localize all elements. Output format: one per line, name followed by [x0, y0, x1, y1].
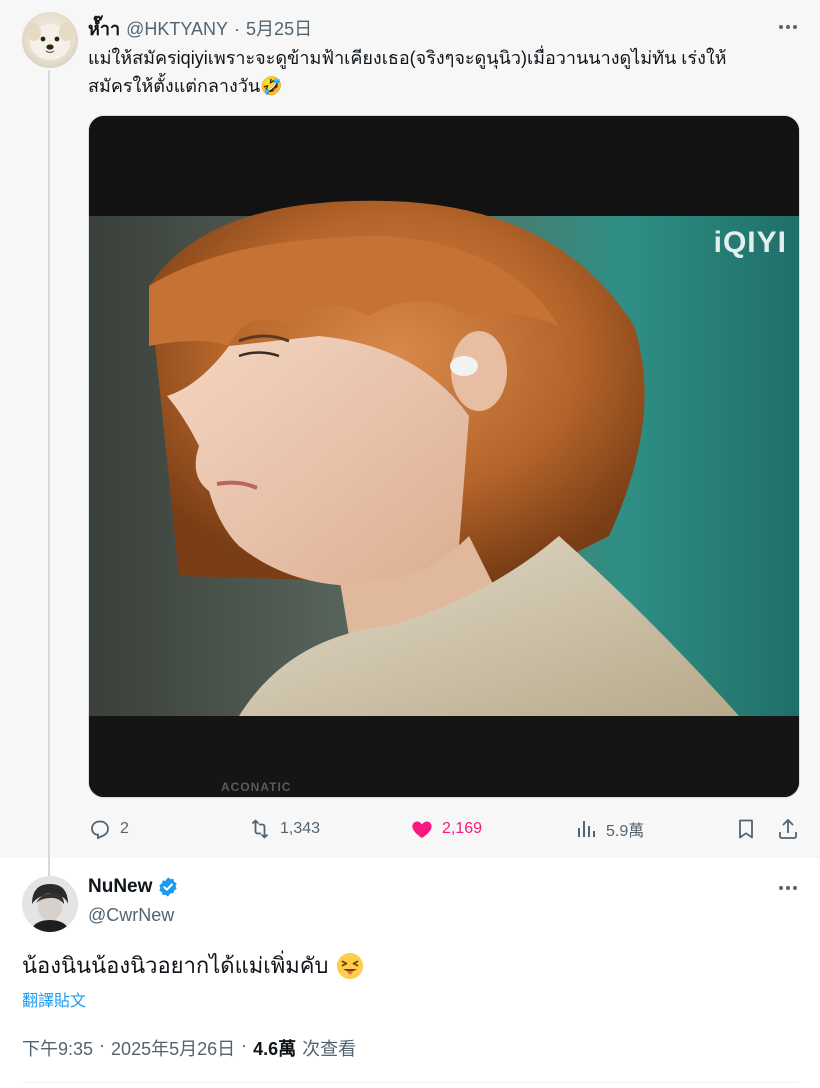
more-options-button[interactable] — [774, 16, 802, 38]
views-label: 次查看 — [302, 1039, 357, 1059]
tweet-date[interactable]: 5月25日 — [246, 15, 312, 41]
tweet-date[interactable]: 2025年5月26日 — [111, 1035, 235, 1061]
share-icon — [779, 819, 797, 839]
divider — [22, 1082, 798, 1083]
bookmark-button[interactable] — [734, 812, 758, 846]
views-count: 5.9萬 — [606, 823, 645, 840]
display-name[interactable]: หํ๊าา — [88, 14, 120, 43]
squinting-tongue-emoji — [337, 953, 364, 979]
more-icon — [779, 25, 797, 29]
repost-count: 1,343 — [280, 820, 321, 837]
author-name-row: NuNew — [88, 876, 179, 898]
separator: · — [241, 1035, 248, 1055]
views-count: 4.6萬 — [253, 1039, 297, 1059]
like-button[interactable]: 2,169 — [410, 812, 482, 846]
repost-icon — [251, 819, 269, 839]
user-handle[interactable]: @CwrNew — [88, 905, 174, 926]
user-handle[interactable]: @HKTYANY — [126, 19, 228, 40]
tweet-metadata: 下午9:35 · 2025年5月26日 · 4.6萬 次查看 — [22, 1035, 356, 1061]
like-icon — [412, 821, 432, 838]
tweet-header: หํ๊าา @HKTYANY · 5月25日 — [88, 14, 312, 43]
bookmark-icon — [739, 819, 753, 839]
tweet-text: แม่ให้สมัครiqiyiเพราะจะดูข้ามฟ้าเคียงเธอ… — [88, 44, 800, 100]
tweet-photo[interactable]: iQIYI ACONATIC — [88, 115, 800, 798]
parent-tweet[interactable]: หํ๊าา @HKTYANY · 5月25日 แม่ให้สมัครiqiyiเ… — [0, 0, 820, 878]
thread-line — [48, 70, 50, 878]
reply-icon — [91, 820, 109, 840]
tweet-time[interactable]: 下午9:35 — [22, 1035, 93, 1061]
more-options-button[interactable] — [774, 877, 802, 899]
separator: · — [234, 19, 241, 39]
dog-avatar-image — [27, 23, 73, 60]
nunew-avatar-image — [22, 876, 78, 932]
display-name[interactable]: NuNew — [88, 876, 152, 898]
views-button[interactable]: 5.9萬 — [574, 812, 644, 846]
iqiyi-watermark: iQIYI — [713, 226, 787, 259]
more-icon — [779, 886, 797, 890]
tweet-text-body: น้องนินน้องนิวอยากได้แม่เพิ่มคับ — [22, 953, 329, 978]
action-bar: 2 1,343 2,169 5.9萬 — [88, 812, 800, 846]
reply-button[interactable]: 2 — [88, 812, 129, 846]
separator: · — [99, 1035, 106, 1055]
repost-button[interactable]: 1,343 — [248, 812, 320, 846]
verified-icon[interactable] — [157, 876, 179, 898]
tv-brand-label: ACONATIC — [221, 780, 292, 794]
tweet-text: น้องนินน้องนิวอยากได้แม่เพิ่มคับ — [22, 950, 364, 982]
like-count: 2,169 — [442, 820, 483, 837]
avatar[interactable] — [22, 12, 78, 68]
tweet-text-line: แม่ให้สมัครiqiyiเพราะจะดูข้ามฟ้าเคียงเธอ… — [88, 48, 727, 68]
tweet-text-line: สมัครให้ตั้งแต่กลางวัน🤣 — [88, 76, 283, 96]
share-button[interactable] — [776, 812, 800, 846]
avatar[interactable] — [22, 876, 78, 932]
translate-post-link[interactable]: 翻譯貼文 — [22, 987, 86, 1011]
tv-screen-photo — [89, 116, 799, 797]
views-icon — [578, 821, 595, 837]
reply-count: 2 — [120, 820, 129, 837]
